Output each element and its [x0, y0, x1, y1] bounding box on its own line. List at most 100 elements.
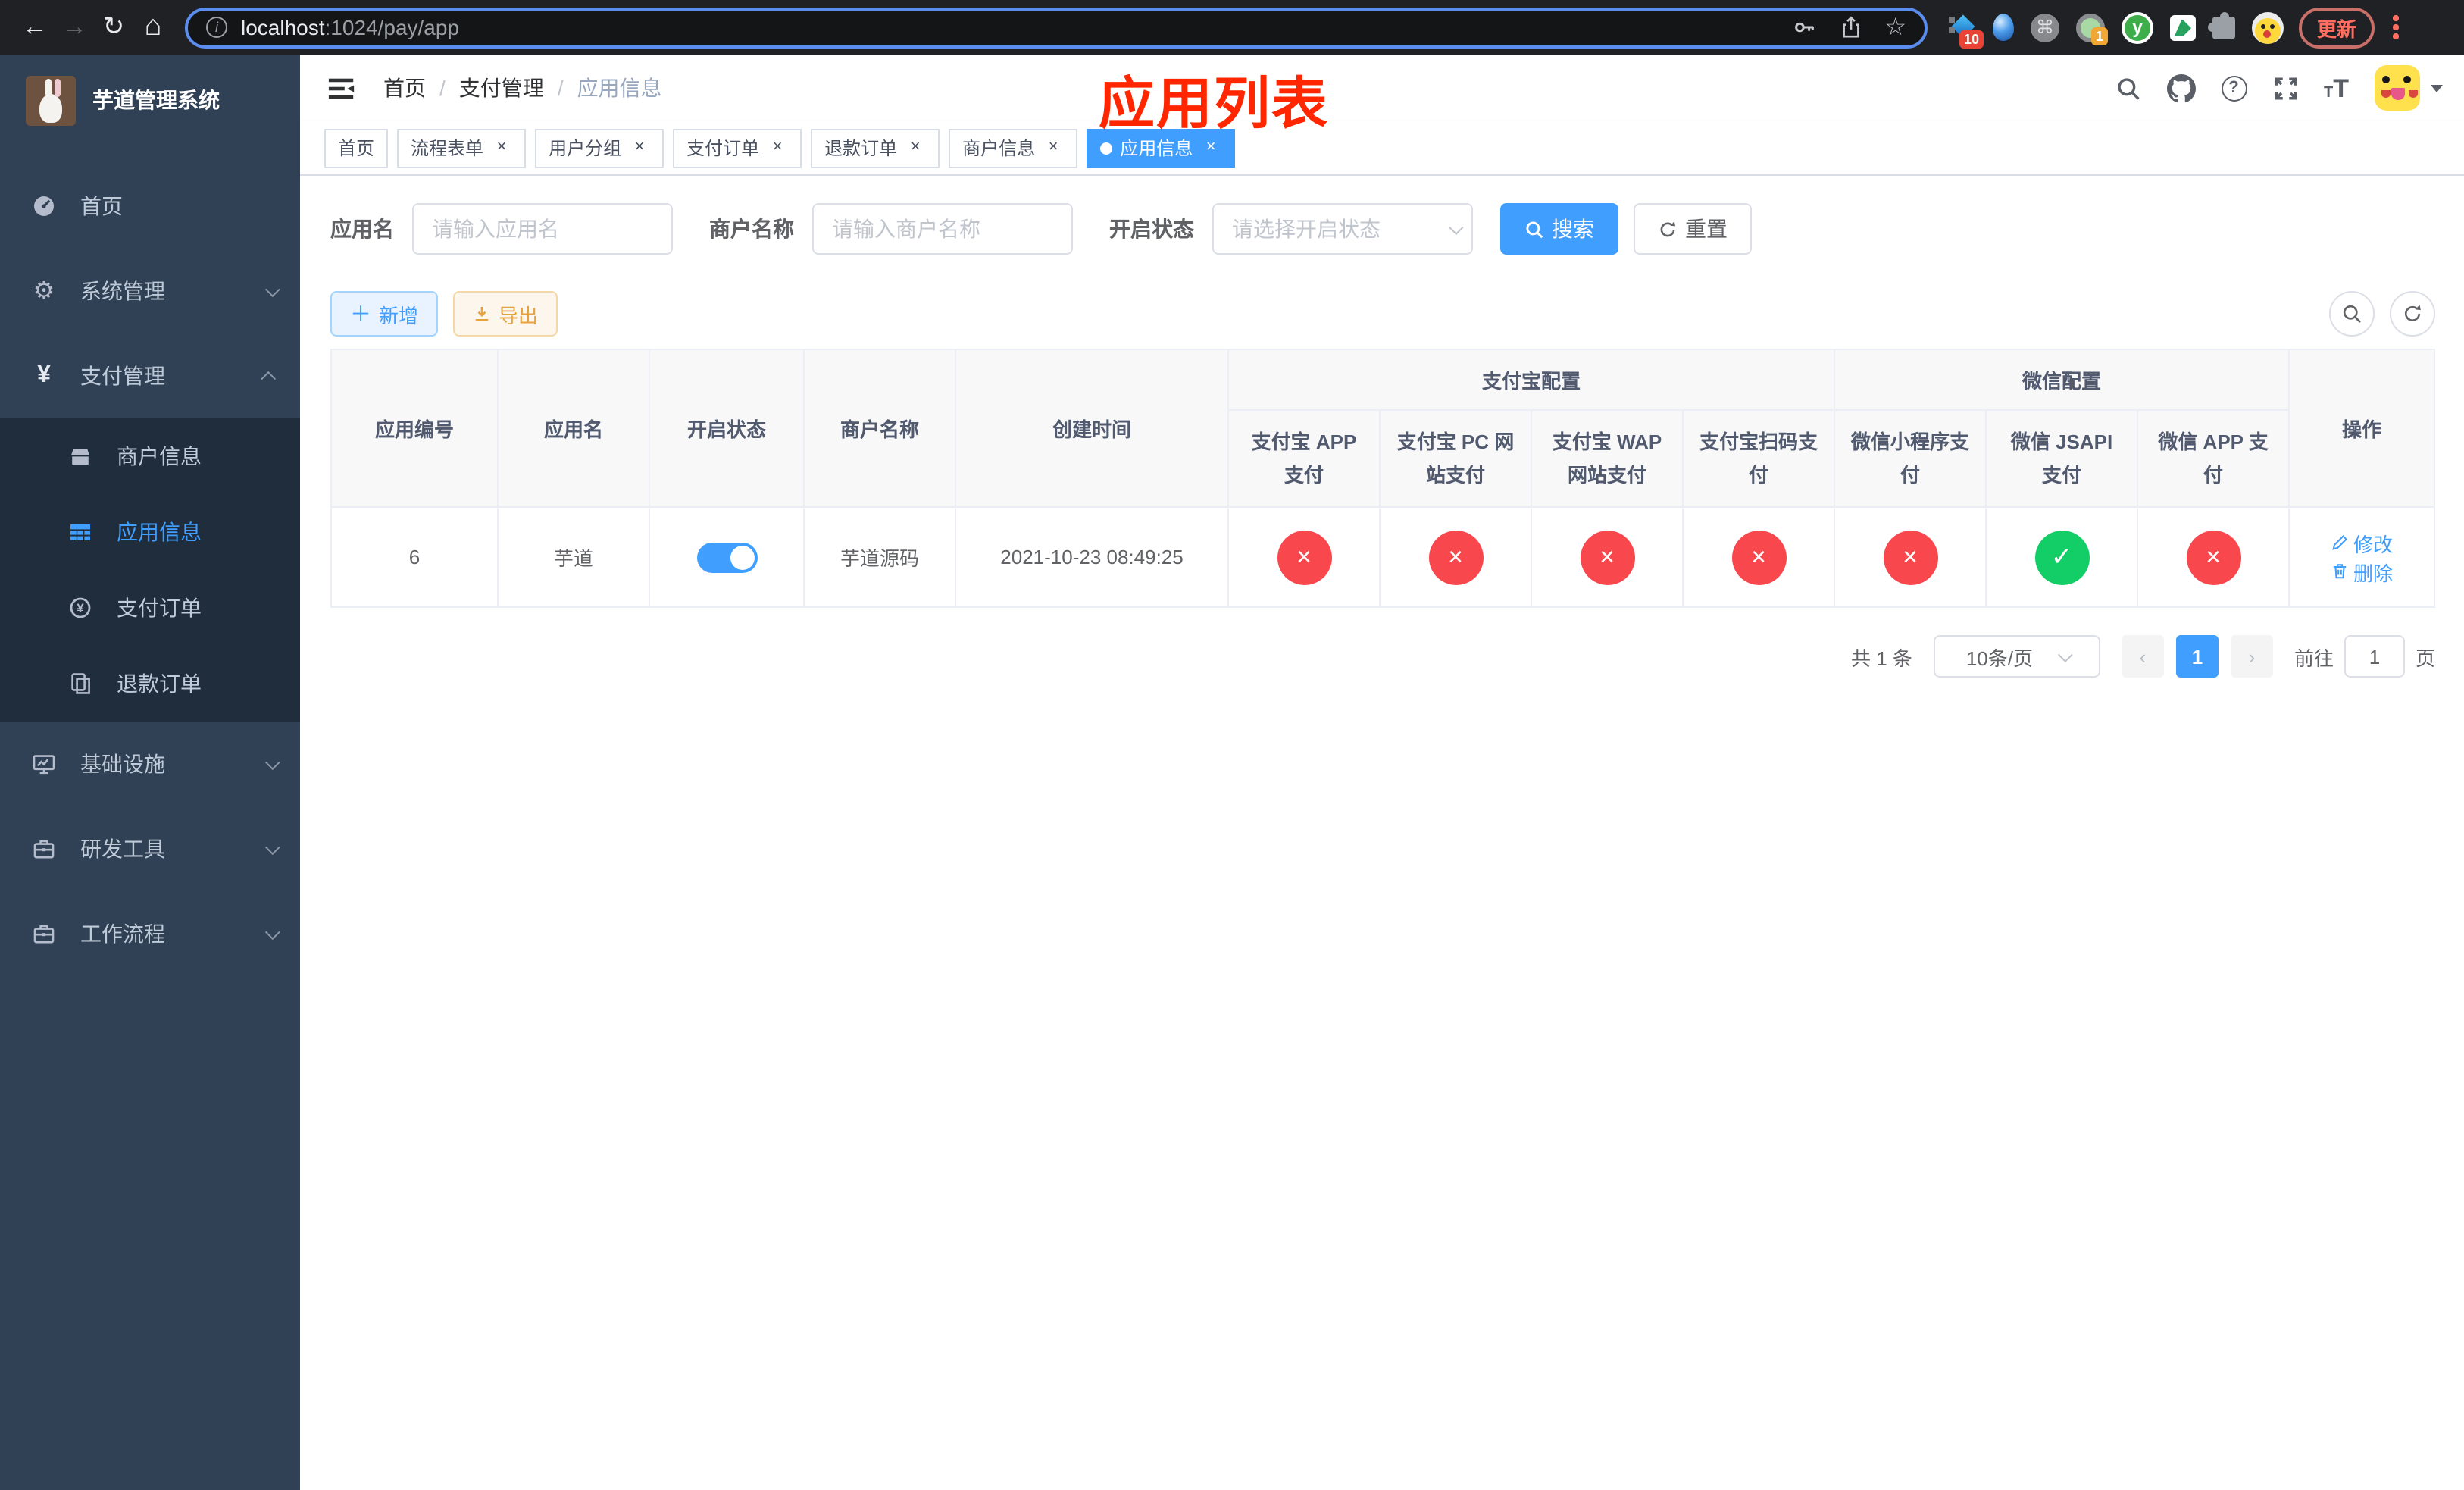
help-icon[interactable]: ?: [2221, 75, 2247, 101]
goto-label: 前往: [2294, 646, 2334, 669]
reset-button[interactable]: 重置: [1634, 203, 1752, 255]
search-form: 应用名 商户名称 开启状态 请选择开启状态 搜索 重置: [330, 203, 2435, 255]
browser-forward-icon[interactable]: →: [55, 8, 94, 47]
breadcrumb-home[interactable]: 首页: [383, 73, 426, 103]
merchant-name-input[interactable]: [812, 203, 1073, 255]
page-number-1[interactable]: 1: [2175, 635, 2219, 678]
screen: ← → ↻ ⌂ i localhost:1024/pay/app ☆ 10 ⌘ …: [0, 0, 2464, 1490]
browser-reload-icon[interactable]: ↻: [94, 8, 133, 47]
search-button[interactable]: 搜索: [1500, 203, 1618, 255]
table-toolbar: ＋ 新增 导出: [330, 291, 2435, 337]
app-title: 芋道管理系统: [92, 88, 220, 112]
status-select[interactable]: 请选择开启状态: [1212, 203, 1473, 255]
extension-balloon-icon[interactable]: [1993, 14, 2014, 41]
tab-merchant-info[interactable]: 商户信息 ×: [949, 128, 1078, 167]
chevron-down-icon: [264, 281, 280, 297]
delete-link[interactable]: 删除: [2331, 557, 2393, 586]
gear-icon: ⚙: [33, 279, 55, 305]
tab-label: 用户分组: [549, 138, 622, 159]
tab-user-group[interactable]: 用户分组 ×: [535, 128, 664, 167]
export-button[interactable]: 导出: [453, 291, 558, 337]
sidebar-item-pay-order[interactable]: ¥ 支付订单: [0, 570, 300, 646]
fullscreen-icon[interactable]: [2272, 75, 2298, 101]
tab-close-icon[interactable]: ×: [1200, 137, 1221, 158]
app-name-input[interactable]: [412, 203, 673, 255]
tab-close-icon[interactable]: ×: [629, 137, 650, 158]
logo-rabbit-image: [26, 75, 76, 125]
pagination: 共 1 条 10条/页 ‹ 1 › 前往 页: [330, 635, 2435, 708]
breadcrumb-current: 应用信息: [577, 76, 662, 100]
browser-back-icon[interactable]: ←: [15, 8, 55, 47]
cross-circle-icon: ×: [1883, 530, 1938, 584]
extension-green-square-icon[interactable]: [2170, 14, 2196, 40]
tab-refund-order[interactable]: 退款订单 ×: [811, 128, 940, 167]
tab-close-icon[interactable]: ×: [1043, 137, 1064, 158]
search-icon[interactable]: [2115, 75, 2140, 101]
next-page-button[interactable]: ›: [2230, 635, 2273, 678]
sidebar-item-workflow[interactable]: 工作流程: [0, 891, 300, 976]
password-key-icon[interactable]: [1792, 15, 1816, 39]
col-alipay-wap: 支付宝 WAP 网站支付: [1531, 409, 1684, 508]
sidebar-item-merchant-info[interactable]: 商户信息: [0, 418, 300, 494]
sidebar-item-label: 研发工具: [80, 837, 165, 861]
page-content: 应用名 商户名称 开启状态 请选择开启状态 搜索 重置: [300, 176, 2464, 1490]
browser-profile-avatar[interactable]: [2252, 11, 2284, 43]
config-status-alipay-pc: ×: [1379, 506, 1532, 608]
tab-pay-order[interactable]: 支付订单 ×: [673, 128, 802, 167]
sidebar-item-label: 工作流程: [80, 922, 165, 946]
sidebar-item-payment[interactable]: ¥ 支付管理: [0, 333, 300, 418]
cross-circle-icon: ×: [2186, 530, 2241, 584]
extension-y-icon[interactable]: y: [2122, 11, 2153, 43]
add-button[interactable]: ＋ 新增: [330, 291, 439, 337]
col-wx-app: 微信 APP 支付: [2137, 409, 2290, 508]
edit-link[interactable]: 修改: [2331, 528, 2393, 557]
tab-close-icon[interactable]: ×: [491, 137, 512, 158]
browser-menu-icon[interactable]: [2387, 10, 2404, 45]
prev-page-button[interactable]: ‹: [2121, 635, 2164, 678]
sidebar-item-home[interactable]: 首页: [0, 164, 300, 249]
pagination-total: 共 1 条: [1851, 646, 1912, 669]
config-status-wx-jsapi: ✓: [1985, 506, 2139, 608]
tab-label: 退款订单: [824, 138, 898, 159]
toggle-search-button[interactable]: [2329, 291, 2375, 337]
tab-process-form[interactable]: 流程表单 ×: [397, 128, 527, 167]
extension-diamond-icon[interactable]: 10: [1949, 14, 1984, 49]
yuan-icon: ¥: [37, 362, 51, 388]
refresh-button[interactable]: [2390, 291, 2435, 337]
site-info-icon[interactable]: i: [206, 17, 227, 38]
status-toggle[interactable]: [696, 542, 757, 572]
page-size-select[interactable]: 10条/页: [1933, 635, 2100, 678]
extension-target-icon[interactable]: 1: [2076, 13, 2108, 45]
tab-home[interactable]: 首页: [324, 128, 389, 167]
config-status-alipay-qr: ×: [1681, 506, 1836, 608]
address-bar[interactable]: i localhost:1024/pay/app ☆: [185, 7, 1928, 48]
sidebar-item-refund-order[interactable]: 退款订单: [0, 646, 300, 722]
sidebar-item-label: 支付管理: [80, 364, 165, 388]
extension-command-icon[interactable]: ⌘: [2031, 13, 2059, 42]
tab-label: 商户信息: [962, 138, 1036, 159]
shop-icon: [67, 444, 94, 468]
share-icon[interactable]: [1839, 15, 1862, 39]
chrome-update-button[interactable]: 更新: [2299, 7, 2375, 48]
cell-status: [649, 506, 805, 608]
sidebar-collapse-icon[interactable]: [312, 74, 371, 102]
sidebar-item-app-info[interactable]: 应用信息: [0, 494, 300, 570]
sidebar-item-label: 系统管理: [80, 279, 165, 303]
sidebar-item-dev-tools[interactable]: 研发工具: [0, 806, 300, 891]
cell-app-name: 芋道: [497, 506, 650, 608]
github-icon[interactable]: [2166, 74, 2195, 102]
browser-home-icon[interactable]: ⌂: [133, 8, 173, 47]
col-wx-lite: 微信小程序支付: [1834, 409, 1987, 508]
tab-close-icon[interactable]: ×: [767, 137, 788, 158]
user-menu[interactable]: [2375, 65, 2443, 111]
goto-page-input[interactable]: [2344, 635, 2405, 678]
font-size-icon[interactable]: TT: [2324, 75, 2349, 101]
tab-close-icon[interactable]: ×: [905, 137, 926, 158]
sidebar-item-system[interactable]: ⚙ 系统管理: [0, 249, 300, 333]
svg-text:¥: ¥: [77, 601, 84, 615]
user-avatar[interactable]: [2375, 65, 2420, 111]
breadcrumb-pay-management[interactable]: 支付管理: [459, 73, 544, 103]
bookmark-star-icon[interactable]: ☆: [1884, 12, 1906, 42]
extensions-puzzle-icon[interactable]: [2208, 11, 2235, 39]
sidebar-item-infrastructure[interactable]: 基础设施: [0, 722, 300, 806]
